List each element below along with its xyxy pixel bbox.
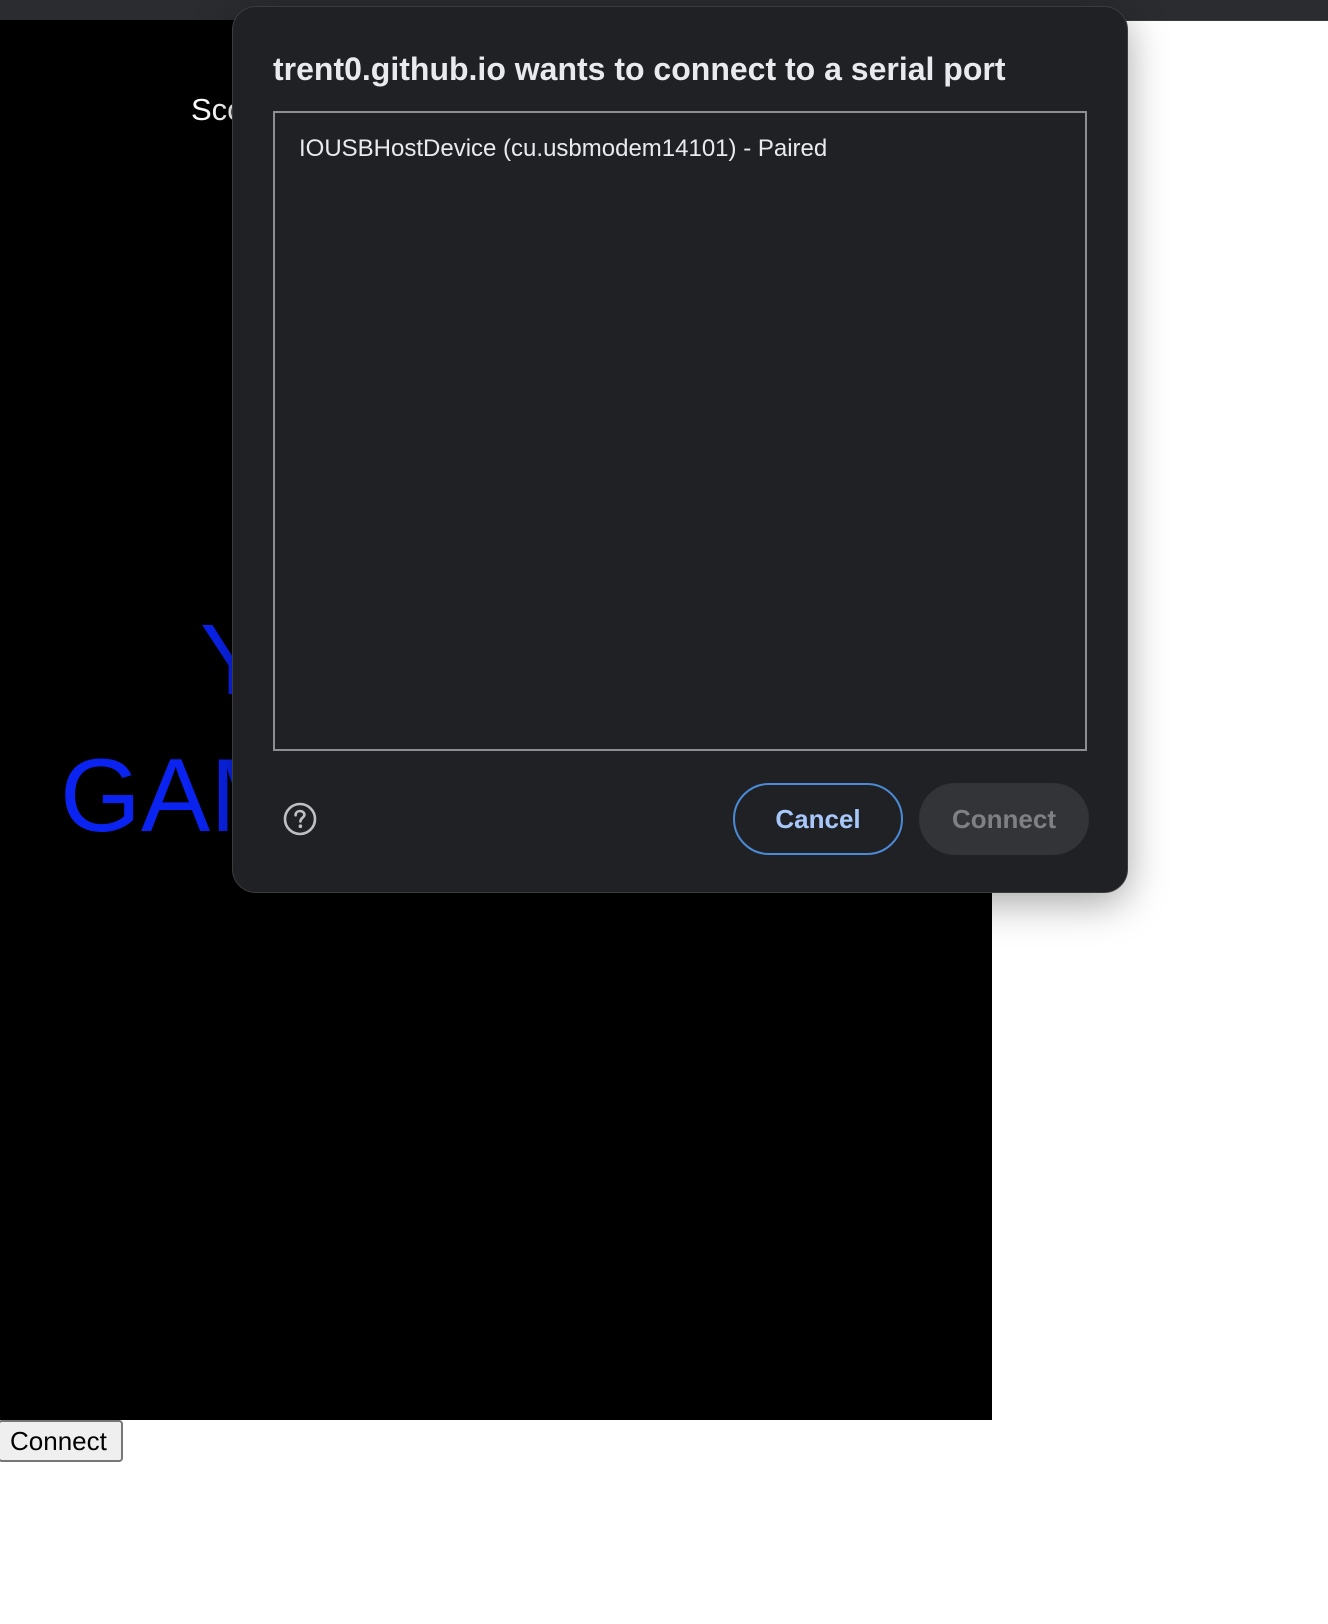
- page-connect-button[interactable]: Connect: [0, 1420, 123, 1462]
- serial-port-dialog: trent0.github.io wants to connect to a s…: [232, 6, 1128, 893]
- port-list-item[interactable]: IOUSBHostDevice (cu.usbmodem14101) - Pai…: [299, 135, 827, 163]
- help-circle-icon[interactable]: [283, 802, 317, 836]
- dialog-title: trent0.github.io wants to connect to a s…: [273, 51, 1006, 87]
- serial-port-list[interactable]: IOUSBHostDevice (cu.usbmodem14101) - Pai…: [273, 111, 1087, 751]
- connect-button[interactable]: Connect: [919, 783, 1089, 855]
- cancel-button[interactable]: Cancel: [733, 783, 903, 855]
